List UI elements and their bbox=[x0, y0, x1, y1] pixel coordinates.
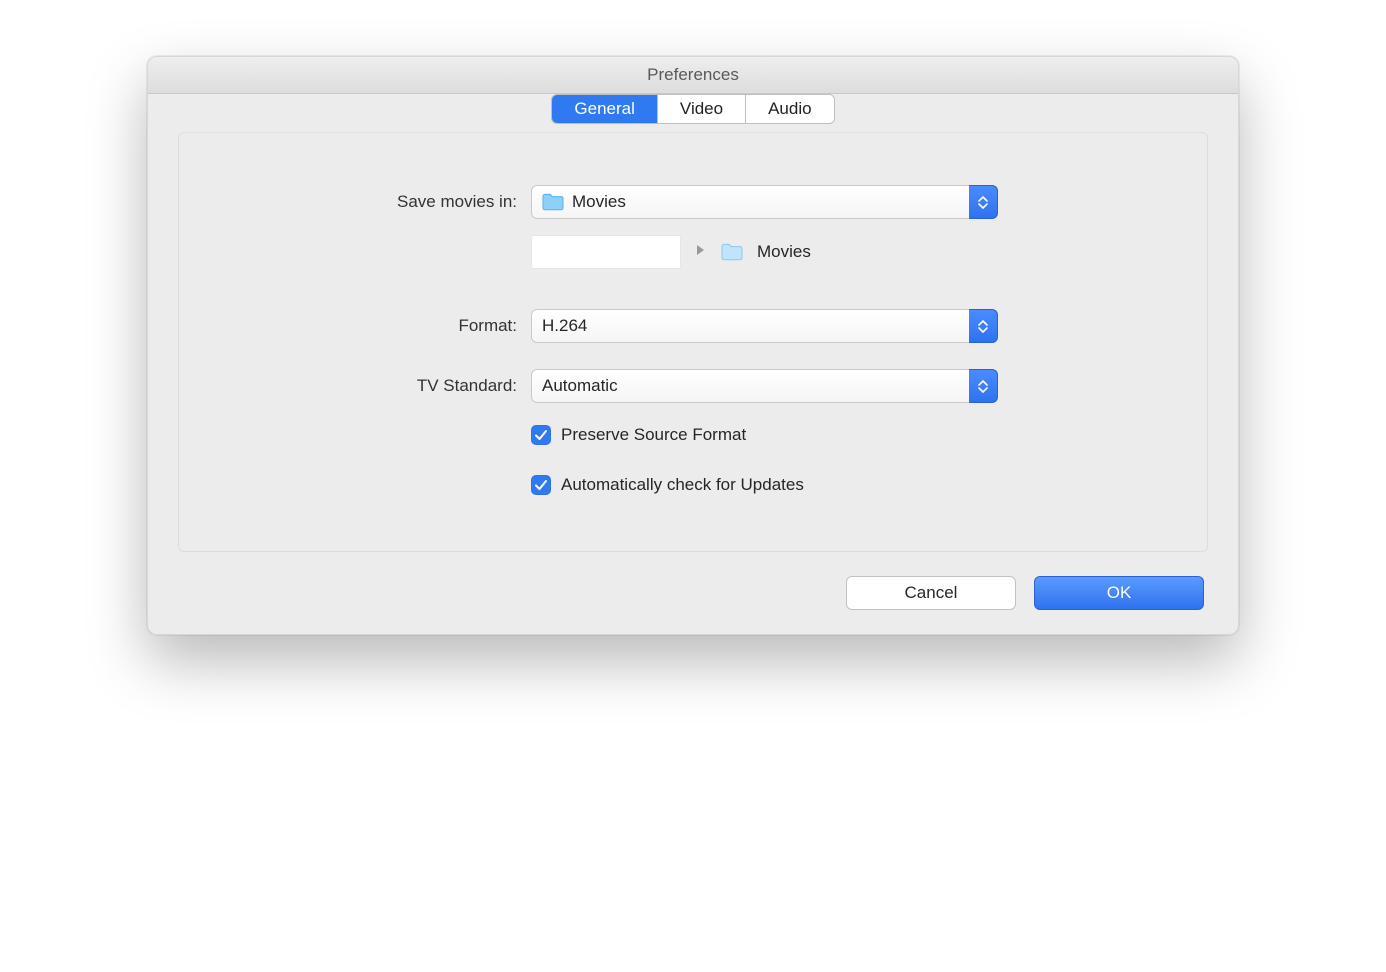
path-movies-segment[interactable]: Movies bbox=[721, 242, 811, 262]
save-location-pathbar: Movies bbox=[531, 235, 1159, 269]
titlebar: Preferences bbox=[148, 57, 1238, 94]
checkmark-icon bbox=[534, 428, 548, 442]
tv-standard-value: Automatic bbox=[542, 376, 618, 396]
save-location-label: Save movies in: bbox=[227, 192, 531, 212]
popup-arrows-icon bbox=[969, 369, 998, 403]
tab-bar: General Video Audio bbox=[551, 94, 834, 124]
auto-update-checkbox-row: Automatically check for Updates bbox=[531, 475, 1159, 495]
checkmark-icon bbox=[534, 478, 548, 492]
path-root-segment[interactable] bbox=[531, 235, 681, 269]
format-select[interactable]: H.264 bbox=[531, 309, 998, 343]
preserve-source-checkbox-row: Preserve Source Format bbox=[531, 425, 1159, 445]
popup-arrows-icon bbox=[969, 309, 998, 343]
tab-general[interactable]: General bbox=[552, 95, 657, 123]
preferences-window: Preferences General Video Audio Save mov… bbox=[147, 56, 1239, 635]
folder-icon bbox=[542, 193, 564, 211]
save-location-select[interactable]: Movies bbox=[531, 185, 998, 219]
format-label: Format: bbox=[227, 316, 531, 336]
popup-arrows-icon bbox=[969, 185, 998, 219]
tv-standard-select[interactable]: Automatic bbox=[531, 369, 998, 403]
format-value: H.264 bbox=[542, 316, 587, 336]
general-panel: Save movies in: Movies bbox=[178, 132, 1208, 552]
save-location-value: Movies bbox=[572, 192, 626, 212]
path-movies-label: Movies bbox=[757, 242, 811, 262]
tab-audio[interactable]: Audio bbox=[746, 95, 833, 123]
auto-update-label: Automatically check for Updates bbox=[561, 475, 804, 495]
tv-standard-label: TV Standard: bbox=[227, 376, 531, 396]
tab-video[interactable]: Video bbox=[658, 95, 746, 123]
chevron-right-icon bbox=[695, 243, 707, 262]
preserve-source-checkbox[interactable] bbox=[531, 425, 551, 445]
ok-button[interactable]: OK bbox=[1034, 576, 1204, 610]
folder-icon bbox=[721, 243, 743, 261]
preserve-source-label: Preserve Source Format bbox=[561, 425, 746, 445]
dialog-footer: Cancel OK bbox=[178, 552, 1208, 610]
auto-update-checkbox[interactable] bbox=[531, 475, 551, 495]
window-title: Preferences bbox=[647, 65, 739, 85]
cancel-button[interactable]: Cancel bbox=[846, 576, 1016, 610]
